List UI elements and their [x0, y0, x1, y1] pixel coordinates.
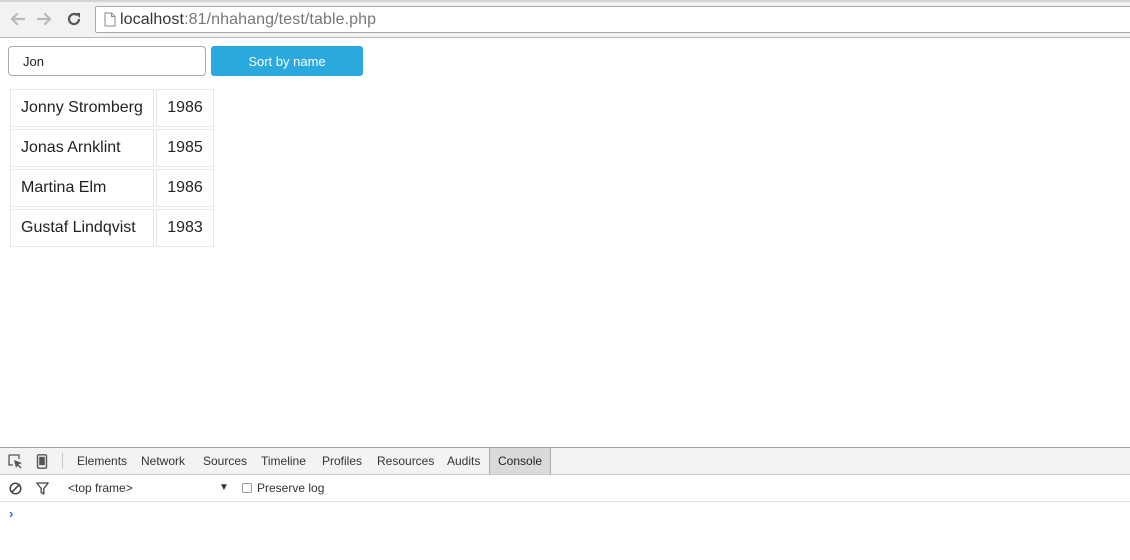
name-cell: Jonas Arnklint: [10, 129, 154, 167]
url-host: localhost: [120, 11, 185, 28]
address-bar[interactable]: localhost:81/nhahang/test/table.php: [95, 6, 1130, 33]
url-text: localhost:81/nhahang/test/table.php: [120, 11, 376, 29]
year-cell: 1986: [156, 89, 214, 127]
table-row: Martina Elm 1986: [10, 169, 214, 207]
table-row: Jonny Stromberg 1986: [10, 89, 214, 127]
page-icon: [104, 12, 116, 27]
forward-button[interactable]: [36, 9, 54, 29]
sort-by-name-button[interactable]: Sort by name: [211, 46, 363, 76]
inspect-icon[interactable]: [8, 454, 23, 469]
forward-arrow-icon: [37, 12, 52, 26]
tab-timeline[interactable]: Timeline: [253, 448, 314, 474]
tab-console[interactable]: Console: [489, 448, 552, 474]
year-cell: 1985: [156, 129, 214, 167]
chevron-down-icon[interactable]: ▼: [219, 482, 229, 493]
filter-icon[interactable]: [36, 482, 49, 495]
back-arrow-icon: [10, 12, 25, 26]
name-cell: Martina Elm: [10, 169, 154, 207]
devtools-toolbar: Elements Network Sources Timeline Profil…: [0, 448, 1130, 475]
name-cell: Jonny Stromberg: [10, 89, 154, 127]
reload-icon: [67, 12, 81, 26]
preserve-log-checkbox[interactable]: [242, 483, 252, 493]
table-row: Jonas Arnklint 1985: [10, 129, 214, 167]
url-path: :81/nhahang/test/table.php: [184, 11, 377, 28]
tab-profiles[interactable]: Profiles: [314, 448, 370, 474]
console-toolbar: <top frame> ▼ Preserve log: [0, 475, 1130, 502]
people-table: Jonny Stromberg 1986 Jonas Arnklint 1985…: [8, 87, 216, 249]
name-cell: Gustaf Lindqvist: [10, 209, 154, 247]
tab-sources[interactable]: Sources: [195, 448, 255, 474]
tab-network[interactable]: Network: [133, 448, 193, 474]
tab-audits[interactable]: Audits: [439, 448, 488, 474]
year-cell: 1983: [156, 209, 214, 247]
device-icon[interactable]: [36, 454, 48, 469]
reload-button[interactable]: [65, 9, 83, 29]
back-button[interactable]: [8, 9, 26, 29]
preserve-log-label: Preserve log: [257, 481, 325, 495]
console-prompt[interactable]: ›: [9, 506, 13, 521]
year-cell: 1986: [156, 169, 214, 207]
table-row: Gustaf Lindqvist 1983: [10, 209, 214, 247]
tab-strip-edge: [0, 0, 1130, 2]
browser-toolbar: localhost:81/nhahang/test/table.php: [0, 0, 1130, 38]
devtools-panel: Elements Network Sources Timeline Profil…: [0, 447, 1130, 560]
tab-elements[interactable]: Elements: [69, 448, 135, 474]
search-input[interactable]: [8, 46, 206, 76]
toolbar-divider: [62, 453, 63, 469]
clear-console-icon[interactable]: [9, 482, 22, 495]
frame-selector[interactable]: <top frame>: [68, 481, 133, 495]
tab-resources[interactable]: Resources: [369, 448, 442, 474]
